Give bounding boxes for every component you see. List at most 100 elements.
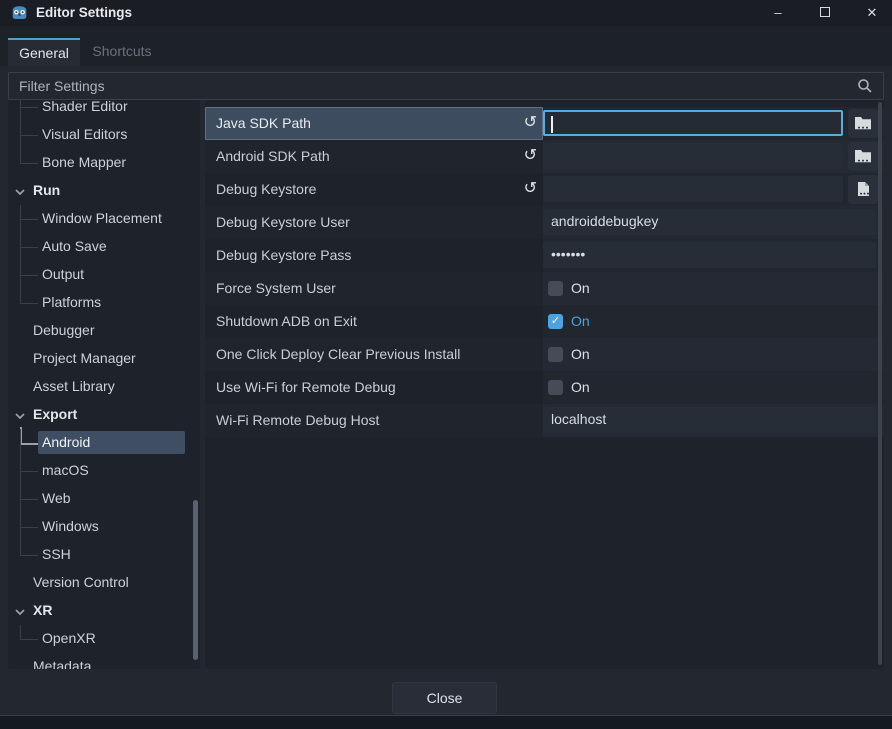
setting-label-cell[interactable]: Wi-Fi Remote Debug Host	[205, 404, 543, 437]
setting-row-debug-keystore: Debug Keystore ↺	[205, 173, 884, 206]
setting-label: Shutdown ADB on Exit	[216, 305, 357, 338]
setting-label-cell[interactable]: Force System User	[205, 272, 543, 305]
settings-tree: Shader EditorVisual Editors Bone MapperRu…	[8, 100, 200, 669]
checkbox[interactable]	[548, 347, 563, 362]
tree-item-label: Platforms	[38, 291, 109, 314]
filter-placeholder: Filter Settings	[19, 73, 105, 99]
browse-folder-button[interactable]	[848, 109, 878, 138]
tree-item-ssh[interactable]: SSH	[8, 541, 200, 569]
close-window-button[interactable]: ✕	[855, 0, 889, 26]
browse-folder-button[interactable]	[848, 142, 878, 171]
tree-item-project-manager[interactable]: Project Manager	[8, 345, 200, 373]
setting-row-debug-keystore-pass: Debug Keystore Pass •••••••	[205, 239, 884, 272]
setting-label: Wi-Fi Remote Debug Host	[216, 404, 379, 437]
settings-inspector-panel: Java SDK Path↺Android SDK Path↺Debug Key…	[205, 100, 884, 669]
settings-rows: Java SDK Path↺Android SDK Path↺Debug Key…	[205, 107, 884, 437]
tree-item-output[interactable]: Output	[8, 261, 200, 289]
setting-row-force-system-user: Force System User On	[205, 272, 884, 305]
checkbox-label: On	[571, 371, 590, 404]
setting-row-shutdown-adb-on-exit: Shutdown ADB on Exit ✓ On	[205, 305, 884, 338]
tree-item-android[interactable]: Android	[8, 429, 200, 457]
setting-label: Debug Keystore	[216, 173, 316, 206]
minimize-button[interactable]: –	[761, 0, 795, 26]
tab-bar: General Shortcuts	[0, 26, 892, 66]
tree-item-label: Export	[29, 403, 85, 426]
tree-item-export[interactable]: Export	[8, 401, 200, 429]
setting-label: Debug Keystore User	[216, 206, 350, 239]
browse-file-button[interactable]	[848, 175, 878, 204]
tab-general[interactable]: General	[8, 38, 80, 66]
checkbox-label: On	[571, 272, 590, 305]
filter-settings-input[interactable]: Filter Settings	[8, 72, 884, 100]
checkbox[interactable]	[548, 281, 563, 296]
setting-label-cell[interactable]: Shutdown ADB on Exit	[205, 305, 543, 338]
password-field[interactable]: •••••••	[543, 242, 876, 268]
text-field[interactable]	[543, 176, 843, 202]
close-button[interactable]: Close	[392, 682, 497, 714]
reset-to-default-icon[interactable]: ↺	[524, 107, 537, 140]
tree-item-label: Visual Editors	[38, 123, 135, 146]
tree-item-metadata[interactable]: Metadata	[8, 653, 200, 669]
reset-to-default-icon[interactable]: ↺	[524, 173, 537, 206]
tree-item-platforms[interactable]: Platforms	[8, 289, 200, 317]
tree-connector-line	[20, 427, 22, 444]
setting-row-debug-keystore-user: Debug Keystore User androiddebugkey	[205, 206, 884, 239]
inspector-scrollbar[interactable]	[878, 102, 882, 665]
text-field[interactable]	[543, 143, 843, 169]
tree-item-windows[interactable]: Windows	[8, 513, 200, 541]
chevron-down-icon[interactable]	[14, 605, 26, 617]
setting-label: Debug Keystore Pass	[216, 239, 351, 272]
text-field[interactable]: androiddebugkey	[543, 209, 876, 235]
chevron-down-icon[interactable]	[14, 409, 26, 421]
tree-item-label: Android	[38, 431, 185, 454]
setting-label-cell[interactable]: Debug Keystore User	[205, 206, 543, 239]
checkbox-label: On	[571, 305, 590, 338]
setting-value-cell: localhost	[543, 404, 884, 437]
tree-item-auto-save[interactable]: Auto Save	[8, 233, 200, 261]
tree-item-label: OpenXR	[38, 627, 104, 650]
tree-item-web[interactable]: Web	[8, 485, 200, 513]
text-field[interactable]: localhost	[543, 407, 876, 433]
tree-item-bone-mapper[interactable]: Bone Mapper	[8, 149, 200, 177]
tree-item-asset-library[interactable]: Asset Library	[8, 373, 200, 401]
setting-value-cell	[543, 173, 884, 206]
tree-item-xr[interactable]: XR	[8, 597, 200, 625]
tree-item-version-control[interactable]: Version Control	[8, 569, 200, 597]
tree-item-label: macOS	[38, 459, 97, 482]
setting-label: One Click Deploy Clear Previous Install	[216, 338, 460, 371]
tree-item-macos[interactable]: macOS	[8, 457, 200, 485]
tree-item-label: Version Control	[29, 571, 137, 594]
tree-item-openxr[interactable]: OpenXR	[8, 625, 200, 653]
checkbox-label: On	[571, 338, 590, 371]
tree-item-window-placement[interactable]: Window Placement	[8, 205, 200, 233]
setting-label-cell[interactable]: Java SDK Path↺	[205, 107, 543, 140]
window-title: Editor Settings	[36, 0, 132, 26]
tree-item-label: SSH	[38, 543, 79, 566]
setting-label-cell[interactable]: Android SDK Path↺	[205, 140, 543, 173]
setting-row-java-sdk-path: Java SDK Path↺	[205, 107, 884, 140]
chevron-down-icon[interactable]	[14, 185, 26, 197]
text-field[interactable]	[543, 110, 843, 136]
setting-label-cell[interactable]: One Click Deploy Clear Previous Install	[205, 338, 543, 371]
sidebar-scrollbar[interactable]	[193, 500, 198, 660]
setting-value-cell: On	[543, 272, 884, 305]
checkbox[interactable]	[548, 380, 563, 395]
setting-label-cell[interactable]: Use Wi-Fi for Remote Debug	[205, 371, 543, 404]
tree-item-label: Run	[29, 179, 68, 202]
tab-shortcuts[interactable]: Shortcuts	[82, 38, 162, 66]
tree-item-visual-editors[interactable]: Visual Editors	[8, 121, 200, 149]
setting-value-cell: androiddebugkey	[543, 206, 884, 239]
reset-to-default-icon[interactable]: ↺	[524, 140, 537, 173]
tree-item-debugger[interactable]: Debugger	[8, 317, 200, 345]
maximize-button[interactable]	[808, 0, 842, 26]
setting-label: Force System User	[216, 272, 336, 305]
setting-label-cell[interactable]: Debug Keystore ↺	[205, 173, 543, 206]
tree-item-shader-editor[interactable]: Shader Editor	[8, 100, 200, 121]
setting-label-cell[interactable]: Debug Keystore Pass	[205, 239, 543, 272]
search-icon	[857, 78, 873, 94]
setting-row-one-click-deploy-clear-previous-install: One Click Deploy Clear Previous Install O…	[205, 338, 884, 371]
tree-item-label: Asset Library	[29, 375, 123, 398]
checkbox[interactable]: ✓	[548, 314, 563, 329]
tree-item-run[interactable]: Run	[8, 177, 200, 205]
tree-item-label: Window Placement	[38, 207, 170, 230]
